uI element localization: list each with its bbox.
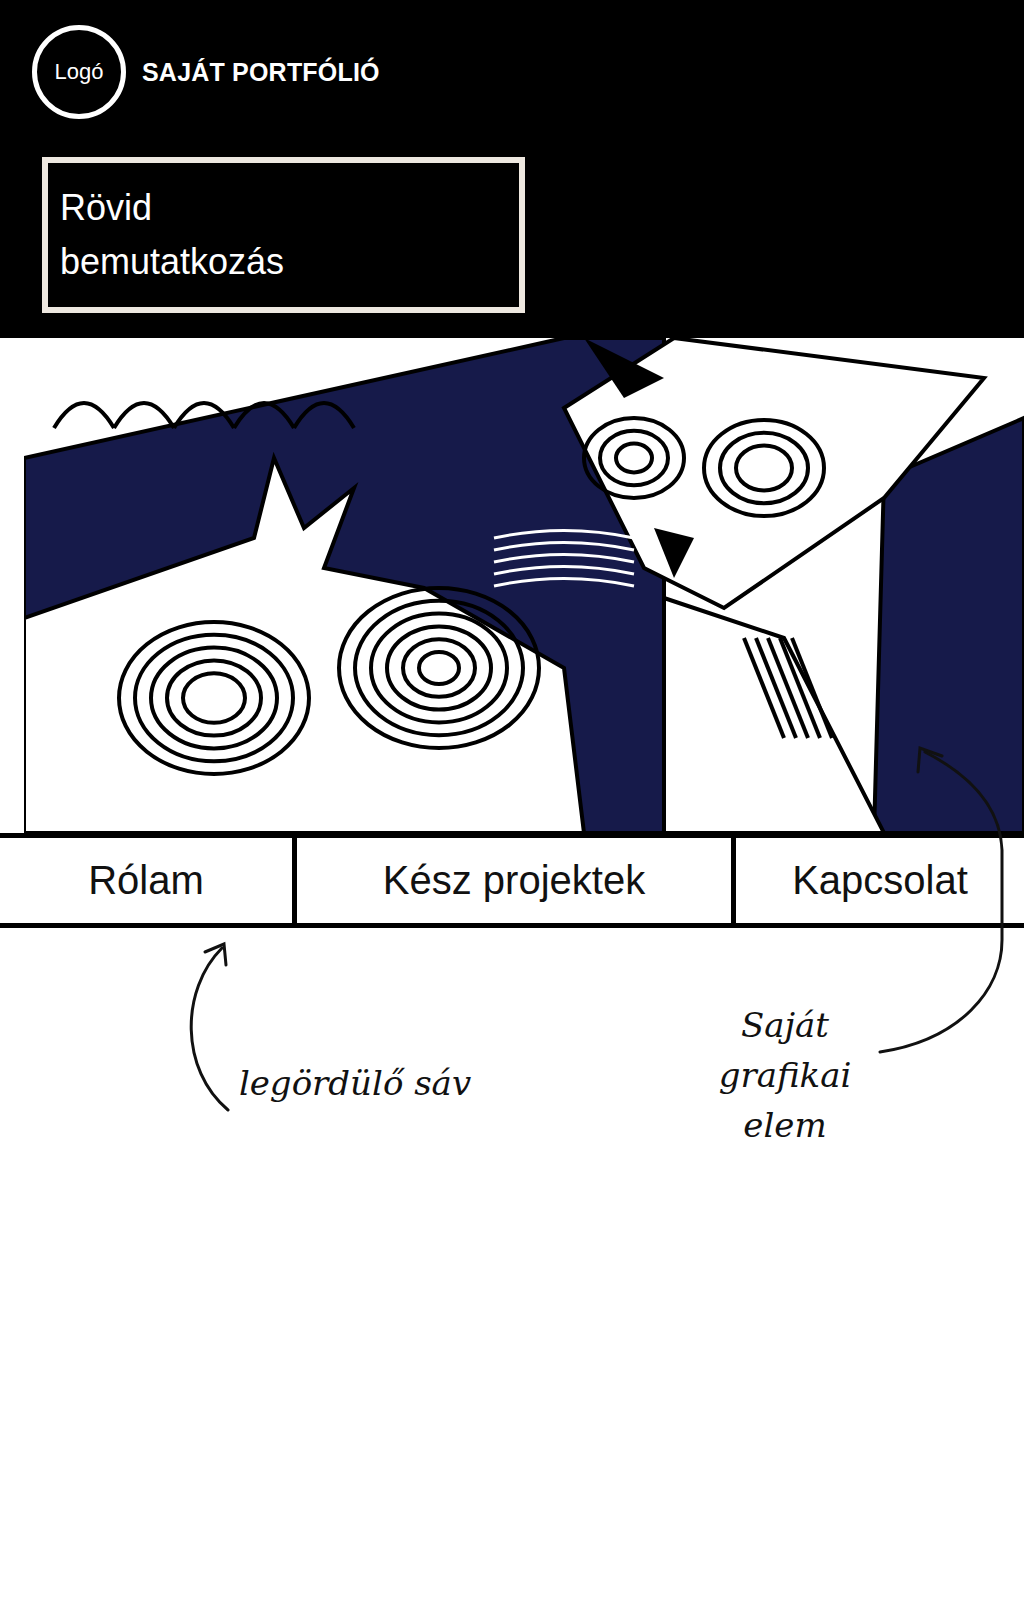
main-nav: RólamKész projektekKapcsolat xyxy=(0,833,1024,928)
nav-item[interactable]: Kész projektek xyxy=(292,838,731,923)
artwork-illustration xyxy=(24,338,1024,833)
site-title: SAJÁT PORTFÓLIÓ xyxy=(142,58,380,87)
arrow-icon xyxy=(880,752,1002,1052)
intro-text: Rövid bemutatkozás xyxy=(60,181,360,289)
annotation-arrows xyxy=(0,0,1024,1600)
logo[interactable]: Logó xyxy=(32,25,126,119)
art-margin xyxy=(0,338,24,833)
brand[interactable]: Logó SAJÁT PORTFÓLIÓ xyxy=(32,25,1024,119)
page-header: Logó SAJÁT PORTFÓLIÓ Rövid bemutatkozás xyxy=(0,0,1024,338)
nav-item[interactable]: Rólam xyxy=(0,838,292,923)
hero-artwork xyxy=(0,338,1024,833)
nav-item[interactable]: Kapcsolat xyxy=(731,838,1024,923)
intro-box: Rövid bemutatkozás xyxy=(42,157,525,313)
annotation-note: Saját grafikai elem xyxy=(700,1000,870,1150)
arrow-icon xyxy=(205,944,226,965)
artwork-image xyxy=(24,338,1024,833)
arrow-icon xyxy=(191,948,228,1110)
arrow-icon xyxy=(918,748,942,772)
annotation-note: legördülő sáv xyxy=(235,1058,475,1108)
